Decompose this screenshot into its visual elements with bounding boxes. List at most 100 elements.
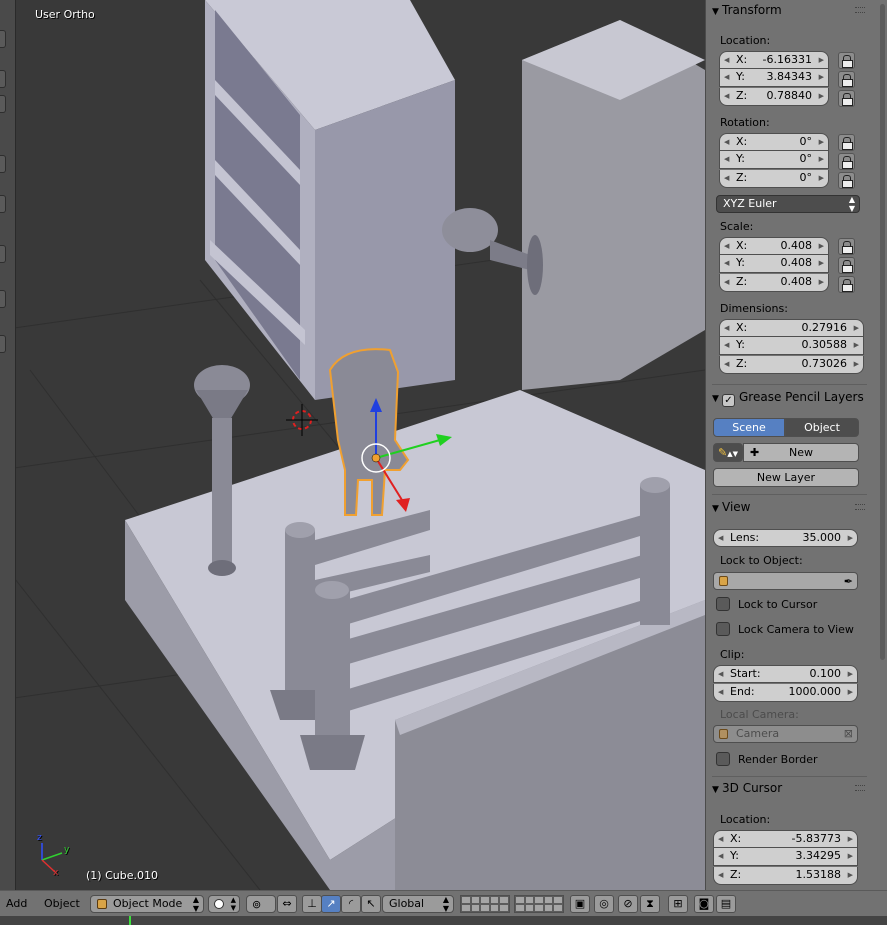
- layer-buttons-group-2[interactable]: [514, 895, 564, 913]
- lock-camera-to-view-checkbox[interactable]: [716, 622, 730, 636]
- object-cube-icon: [719, 576, 728, 586]
- collapse-triangle-icon: ▼: [712, 785, 719, 795]
- tab-object[interactable]: Object: [785, 418, 859, 437]
- tool-shelf-tab[interactable]: [0, 245, 6, 263]
- scale-manipulator-icon[interactable]: ◜: [341, 895, 361, 913]
- grease-pencil-browse-button[interactable]: ✎▲▼: [713, 443, 743, 462]
- rotation-y-field[interactable]: ◀ Y: 0° ▶: [719, 151, 829, 169]
- panel-separator: [712, 384, 867, 385]
- axis-z-label: z: [37, 833, 42, 843]
- render-border-checkbox[interactable]: [716, 752, 730, 766]
- pencil-icon: ✎: [718, 446, 728, 459]
- transform-orientation-dropdown[interactable]: Global ▲ ▼: [382, 895, 454, 913]
- grease-pencil-enable-checkbox[interactable]: ✓: [722, 394, 735, 407]
- lock-rotation-z-icon[interactable]: [838, 172, 855, 189]
- snap-target-icon[interactable]: ⊞: [668, 895, 688, 913]
- lock-to-cursor-label: Lock to Cursor: [738, 598, 818, 611]
- 3d-cursor-panel-header[interactable]: ▼ 3D Cursor: [712, 778, 869, 798]
- proportional-editing-icon[interactable]: ◎: [594, 895, 614, 913]
- render-animation-icon[interactable]: ▤: [716, 895, 736, 913]
- dimensions-label: Dimensions:: [720, 302, 788, 315]
- layer-buttons-group-1[interactable]: [460, 895, 510, 913]
- rotation-mode-dropdown[interactable]: XYZ Euler ▲ ▼: [716, 195, 860, 213]
- cursor-z-field[interactable]: ◀ Z: 1.53188 ▶: [713, 867, 858, 885]
- dimensions-y-field[interactable]: ◀ Y: 0.30588 ▶: [719, 337, 864, 355]
- lock-layers-icon[interactable]: ▣: [570, 895, 590, 913]
- tool-shelf-tab[interactable]: [0, 335, 6, 353]
- tool-shelf-tab[interactable]: [0, 195, 6, 213]
- manipulator-toggle-icon[interactable]: ⇔: [277, 895, 297, 913]
- cursor-x-field[interactable]: ◀ X: -5.83773 ▶: [713, 830, 858, 848]
- lock-location-z-icon[interactable]: [838, 90, 855, 107]
- scale-z-field[interactable]: ◀ Z: 0.408 ▶: [719, 274, 829, 292]
- pivot-point-dropdown[interactable]: ⊚: [246, 895, 276, 913]
- camera-object-icon: [719, 729, 728, 739]
- drag-grip-icon[interactable]: [855, 785, 865, 791]
- lens-field[interactable]: ◀ Lens: 35.000 ▶: [713, 529, 858, 547]
- active-object-label: (1) Cube.010: [86, 869, 158, 882]
- eyedropper-icon[interactable]: ✒: [844, 574, 853, 590]
- snap-toggle-icon[interactable]: ⊘: [618, 895, 638, 913]
- drag-grip-icon[interactable]: [855, 504, 865, 510]
- add-menu[interactable]: Add: [6, 897, 27, 910]
- collapse-triangle-icon: ▼: [712, 394, 719, 404]
- location-y-field[interactable]: ◀ Y: 3.84343 ▶: [719, 69, 829, 87]
- collapse-triangle-icon: ▼: [712, 7, 719, 17]
- translate-manipulator-icon[interactable]: ⊥: [302, 895, 322, 913]
- clear-x-icon[interactable]: ⊠: [844, 726, 853, 742]
- tool-shelf-tab[interactable]: [0, 70, 6, 88]
- grease-pencil-new-button[interactable]: ✚ New: [743, 443, 859, 462]
- location-x-field[interactable]: ◀ X: -6.16331 ▶: [719, 51, 829, 69]
- plus-icon: ✚: [750, 446, 760, 459]
- tool-shelf-tab[interactable]: [0, 155, 6, 173]
- properties-panel[interactable]: ▼ Transform Location: ◀ X: -6.16331 ▶ ◀ Y: 3.8…: [705, 0, 887, 890]
- local-camera-field[interactable]: Camera ⊠: [713, 725, 858, 743]
- tool-shelf-tab[interactable]: [0, 290, 6, 308]
- lock-to-object-field[interactable]: ✒: [713, 572, 858, 590]
- drag-grip-icon[interactable]: [855, 7, 865, 13]
- 3d-cursor-icon: [286, 404, 318, 436]
- tool-shelf-tab[interactable]: [0, 95, 6, 113]
- new-layer-button[interactable]: New Layer: [713, 468, 859, 487]
- cursor-y-field[interactable]: ◀ Y: 3.34295 ▶: [713, 848, 858, 866]
- grease-pencil-panel-header[interactable]: ▼ ✓ Grease Pencil Layers: [712, 387, 869, 407]
- blender-window: User Ortho (1) Cube.010 z y x ▼ Transform…: [0, 0, 887, 925]
- properties-scrollbar[interactable]: [880, 4, 885, 660]
- clip-label: Clip:: [720, 648, 745, 661]
- snap-element-icon[interactable]: ↖: [361, 895, 381, 913]
- axis-x-label: x: [53, 868, 59, 878]
- clip-end-field[interactable]: ◀ End: 1000.000 ▶: [713, 684, 858, 702]
- tab-scene[interactable]: Scene: [713, 418, 785, 437]
- lock-camera-to-view-label: Lock Camera to View: [738, 623, 854, 636]
- snap-mode-icon[interactable]: ⧗: [640, 895, 660, 913]
- tool-shelf-tab[interactable]: [0, 30, 6, 48]
- lock-location-y-icon[interactable]: [838, 71, 855, 88]
- lock-to-cursor-checkbox[interactable]: [716, 597, 730, 611]
- dimensions-z-field[interactable]: ◀ Z: 0.73026 ▶: [719, 356, 864, 374]
- lock-rotation-x-icon[interactable]: [838, 134, 855, 151]
- mode-dropdown[interactable]: Object Mode ▲ ▼: [90, 895, 204, 913]
- transform-panel-header[interactable]: ▼ Transform: [712, 0, 869, 20]
- location-z-field[interactable]: ◀ Z: 0.78840 ▶: [719, 88, 829, 106]
- scene-render[interactable]: [0, 0, 705, 890]
- clip-start-field[interactable]: ◀ Start: 0.100 ▶: [713, 665, 858, 683]
- timeline-strip[interactable]: [0, 916, 887, 925]
- view-panel-header[interactable]: ▼ View: [712, 497, 869, 517]
- object-menu[interactable]: Object: [44, 897, 80, 910]
- 3d-viewport[interactable]: User Ortho (1) Cube.010 z y x: [0, 0, 705, 890]
- lock-scale-y-icon[interactable]: [838, 257, 855, 274]
- rotation-x-field[interactable]: ◀ X: 0° ▶: [719, 133, 829, 151]
- dimensions-x-field[interactable]: ◀ X: 0.27916 ▶: [719, 319, 864, 337]
- rotate-manipulator-icon[interactable]: ↗: [321, 895, 341, 913]
- current-frame-marker[interactable]: [129, 916, 131, 925]
- lock-scale-x-icon[interactable]: [838, 238, 855, 255]
- rotation-z-field[interactable]: ◀ Z: 0° ▶: [719, 170, 829, 188]
- scale-x-field[interactable]: ◀ X: 0.408 ▶: [719, 237, 829, 255]
- viewport-shading-dropdown[interactable]: ▲ ▼: [208, 895, 240, 913]
- render-camera-icon[interactable]: ◙: [694, 895, 714, 913]
- scale-y-field[interactable]: ◀ Y: 0.408 ▶: [719, 255, 829, 273]
- lock-rotation-y-icon[interactable]: [838, 153, 855, 170]
- tool-shelf-strip[interactable]: [0, 0, 16, 890]
- lock-location-x-icon[interactable]: [838, 52, 855, 69]
- lock-scale-z-icon[interactable]: [838, 276, 855, 293]
